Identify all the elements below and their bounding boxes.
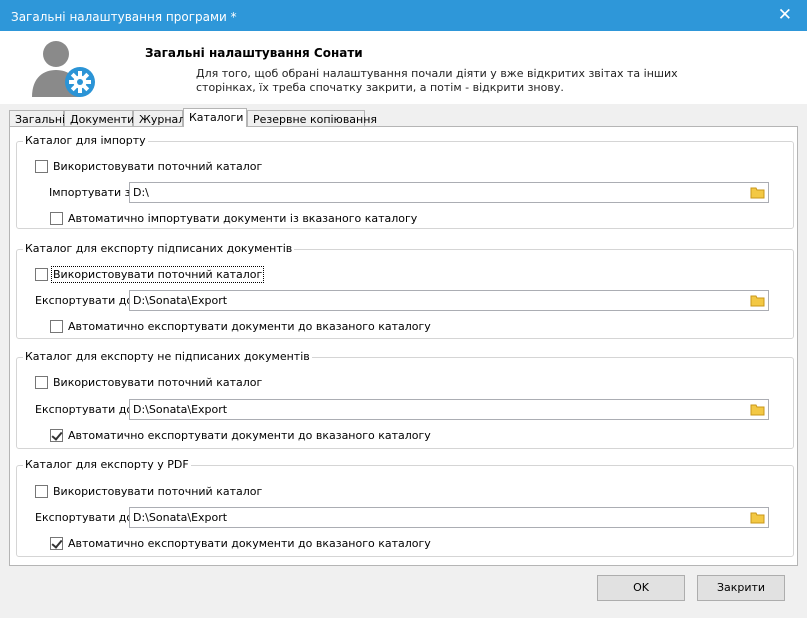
title-bar: Загальні налаштування програми * ✕ [0,0,807,31]
use-current-checkbox[interactable]: Використовувати поточний каталог [35,376,262,389]
folder-icon[interactable] [750,186,765,199]
checkbox-label: Автоматично експортувати документи до вк… [68,320,431,333]
folder-icon[interactable] [750,403,765,416]
checkbox-box[interactable] [35,485,48,498]
checkbox-label: Використовувати поточний каталог [53,485,263,498]
checkbox-label: Використовувати поточний каталог [50,266,265,283]
close-icon[interactable]: ✕ [778,6,792,24]
checkbox-label: Автоматично експортувати документи до вк… [68,537,431,550]
group-legend: Каталог для експорту не підписаних докум… [23,350,312,363]
header-panel: Загальні налаштування Сонати Для того, щ… [0,31,807,104]
checkbox-box[interactable] [50,320,63,333]
auto-export-checkbox[interactable]: Автоматично експортувати документи до вк… [50,429,431,442]
tab-general[interactable]: Загальні [9,110,65,127]
path-value: D:\ [133,186,149,199]
checkbox-label: Використовувати поточний каталог [53,376,263,389]
auto-export-checkbox[interactable]: Автоматично експортувати документи до вк… [50,537,431,550]
export-signed-path-field[interactable]: D:\Sonata\Export [129,290,769,311]
import-path-field[interactable]: D:\ [129,182,769,203]
path-label: Експортувати до: [35,294,137,307]
checkbox-label: Автоматично імпортувати документи із вка… [68,212,418,225]
checkbox-box[interactable] [35,376,48,389]
tab-journal[interactable]: Журнал [133,110,185,127]
user-settings-icon [32,41,95,97]
path-label: Експортувати до: [35,511,137,524]
tab-backup[interactable]: Резервне копіювання [247,110,377,127]
checkbox-label: Використовувати поточний каталог [53,160,263,173]
import-catalog-group: Каталог для імпорту Використовувати пото… [16,134,794,229]
close-button[interactable]: Закрити [697,575,785,601]
path-value: D:\Sonata\Export [133,294,228,307]
auto-export-checkbox[interactable]: Автоматично експортувати документи до вк… [50,320,431,333]
path-value: D:\Sonata\Export [133,511,228,524]
folder-icon[interactable] [750,511,765,524]
export-unsigned-group: Каталог для експорту не підписаних докум… [16,350,794,449]
use-current-checkbox[interactable]: Використовувати поточний каталог [35,160,262,173]
tab-documents[interactable]: Документи [64,110,134,127]
folder-icon[interactable] [750,294,765,307]
checkbox-box[interactable] [50,537,63,550]
export-pdf-path-field[interactable]: D:\Sonata\Export [129,507,769,528]
path-value: D:\Sonata\Export [133,403,228,416]
export-pdf-group: Каталог для експорту у PDF Використовува… [16,458,794,557]
export-signed-group: Каталог для експорту підписаних документ… [16,242,794,339]
checkbox-label: Автоматично експортувати документи до вк… [68,429,431,442]
checkbox-box[interactable] [35,268,48,281]
auto-import-checkbox[interactable]: Автоматично імпортувати документи із вка… [50,212,417,225]
group-legend: Каталог для імпорту [23,134,148,147]
use-current-checkbox[interactable]: Використовувати поточний каталог [35,485,262,498]
window-title: Загальні налаштування програми * [11,10,237,24]
checkbox-box[interactable] [50,212,63,225]
catalogs-panel: Каталог для імпорту Використовувати пото… [9,126,798,566]
path-label: Експортувати до: [35,403,137,416]
header-description: Для того, щоб обрані налаштування почали… [196,67,678,94]
tab-catalogs[interactable]: Каталоги [183,108,247,127]
checkbox-box[interactable] [35,160,48,173]
use-current-checkbox[interactable]: Використовувати поточний каталог [35,266,265,283]
group-legend: Каталог для експорту підписаних документ… [23,242,295,255]
group-legend: Каталог для експорту у PDF [23,458,191,471]
header-title: Загальні налаштування Сонати [145,46,363,60]
path-label: Імпортувати з: [49,186,135,199]
ok-button[interactable]: OK [597,575,685,601]
checkbox-box[interactable] [50,429,63,442]
export-unsigned-path-field[interactable]: D:\Sonata\Export [129,399,769,420]
